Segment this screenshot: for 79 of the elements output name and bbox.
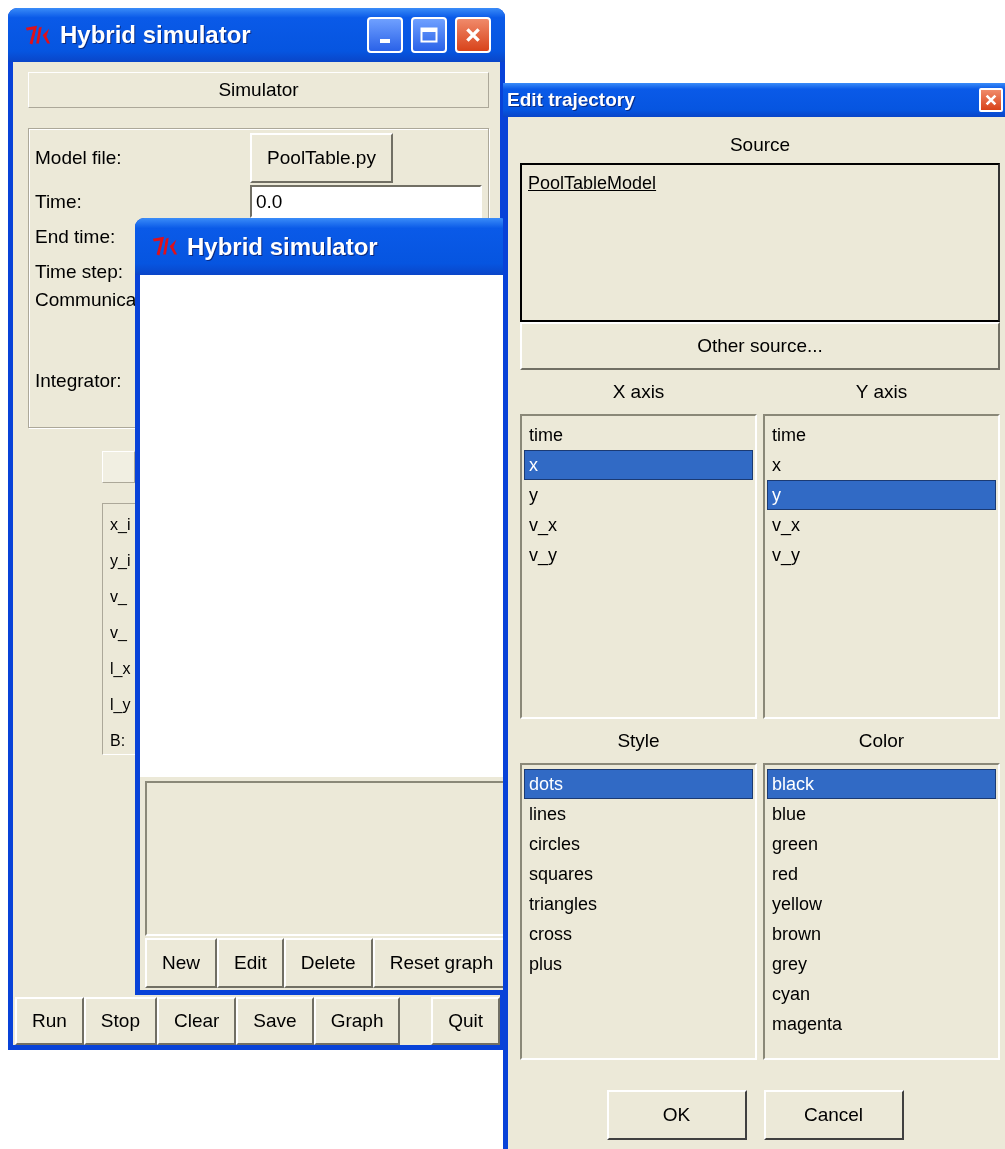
toolbar-button[interactable]: Stop [83,997,157,1045]
other-source-button[interactable]: Other source... [520,322,1000,370]
maximize-icon [420,27,438,43]
source-label: Source [728,133,792,157]
list-item[interactable]: yellow [767,889,996,919]
list-item[interactable]: x [524,450,753,480]
list-box[interactable]: dots lines circles squares triangles cross plus [520,763,757,1060]
list-item[interactable]: black [767,769,996,799]
list-item[interactable]: squares [524,859,753,889]
toolbar-button[interactable]: Save [236,997,314,1045]
list-item[interactable]: grey [767,949,996,979]
list-item[interactable]: red [767,859,996,889]
source-link[interactable]: PoolTableModel [528,173,657,193]
dialog-title: Edit trajectory [507,89,636,111]
field-label: Model file: [35,146,122,169]
color-label: Color [857,729,906,753]
variable-label: x_i [110,515,132,535]
list-item[interactable]: y [767,480,996,510]
list-box[interactable]: time x y v_x v_y [763,414,1000,719]
list-item[interactable]: y [524,480,753,510]
variable-label: l_x [110,659,132,679]
cancel-button[interactable]: Cancel [763,1090,904,1140]
action-button[interactable]: New [145,938,217,988]
close-button[interactable] [979,88,1003,112]
toolbar-button[interactable]: Run [15,997,84,1045]
axis-label: X axis [611,380,666,404]
empty-button[interactable] [102,451,135,483]
window-title: Hybrid simulator [187,232,379,261]
time-field[interactable]: 0.0 [250,185,482,218]
close-icon [464,26,482,44]
list-item[interactable]: x [767,450,996,480]
field-label: Integrator: [35,370,122,392]
field-label: Communica [35,289,137,311]
variable-label: v_ [110,623,128,643]
list-item[interactable]: time [524,420,753,450]
list-item[interactable]: brown [767,919,996,949]
list-item[interactable]: magenta [767,1009,996,1039]
list-item[interactable]: time [767,420,996,450]
simulator-header[interactable]: Simulator [28,72,489,108]
close-icon [984,93,998,107]
list-item[interactable]: plus [524,949,753,979]
list-item[interactable]: cyan [767,979,996,1009]
axis-label: Y axis [854,380,909,404]
list-item[interactable]: v_y [524,540,753,570]
field-label: Time step: [35,260,123,283]
field-label: Time: [35,190,82,213]
list-box[interactable]: black blue green red yellow brown grey cyan magenta [763,763,1000,1060]
variable-label: l_y [110,695,132,715]
quit-button[interactable]: Quit [431,997,500,1045]
ok-button[interactable]: OK [606,1090,747,1140]
variable-label: v_ [110,587,128,607]
source-list[interactable]: PoolTableModel [520,163,1000,322]
list-box[interactable]: time x y v_x v_y [520,414,757,719]
list-item[interactable]: cross [524,919,753,949]
action-button[interactable]: Delete [283,938,373,988]
toolbar-button[interactable]: Clear [156,997,237,1045]
variable-label: y_i [110,551,132,571]
app-icon [151,235,179,258]
list-item[interactable]: triangles [524,889,753,919]
app-icon [24,23,52,47]
list-item[interactable]: lines [524,799,753,829]
model-file-button[interactable]: PoolTable.py [250,132,393,183]
list-item[interactable]: green [767,829,996,859]
maximize-button[interactable] [411,17,447,53]
list-item[interactable]: circles [524,829,753,859]
minimize-button[interactable] [367,17,403,53]
list-item[interactable]: dots [524,769,753,799]
minimize-icon [380,39,390,43]
field-label: End time: [35,225,116,248]
variable-label: B: [110,731,127,751]
toolbar-button[interactable]: Graph [313,997,401,1045]
window-title: Hybrid simulator [60,21,252,49]
action-button[interactable]: Edit [217,938,284,988]
list-item[interactable]: blue [767,799,996,829]
close-button[interactable] [455,17,491,53]
list-item[interactable]: v_x [524,510,753,540]
style-label: Style [616,729,661,753]
list-item[interactable]: v_y [767,540,996,570]
list-item[interactable]: v_x [767,510,996,540]
